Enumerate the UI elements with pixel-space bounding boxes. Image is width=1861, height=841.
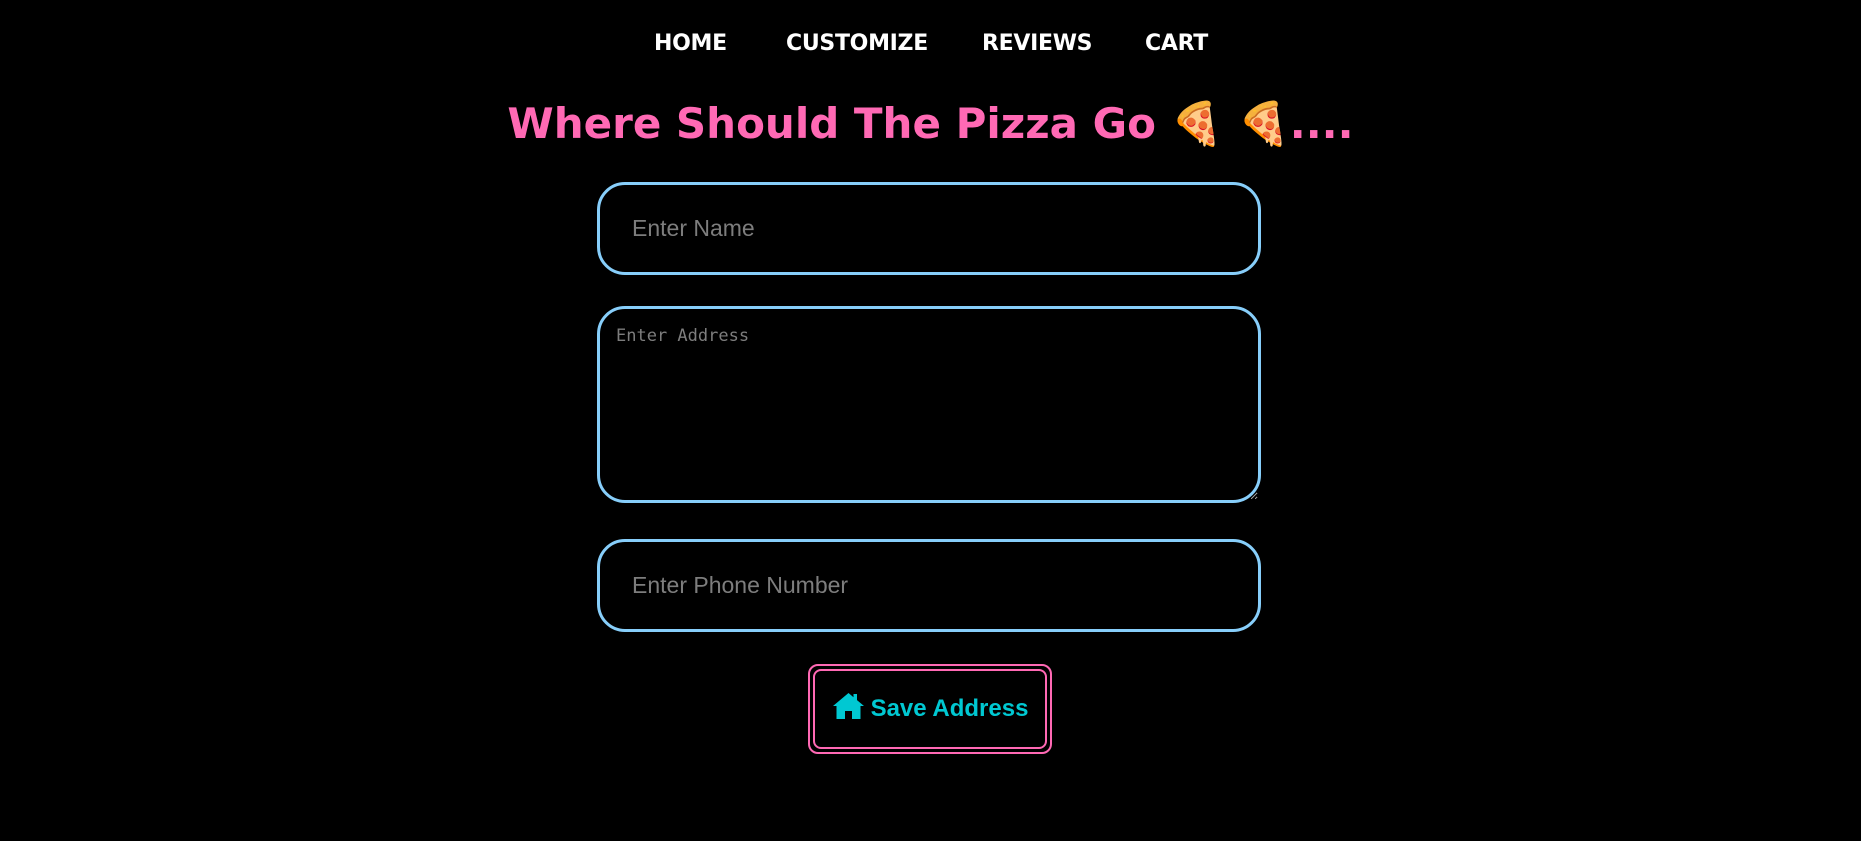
nav-cart-link[interactable]: CART	[1145, 27, 1208, 61]
nav-reviews-link[interactable]: REVIEWS	[982, 27, 1093, 61]
nav-home-link[interactable]: HOME	[654, 27, 727, 61]
save-address-button-frame: Save Address	[813, 669, 1047, 749]
nav-customize-link[interactable]: CUSTOMIZE	[786, 27, 928, 61]
home-icon	[832, 693, 864, 719]
name-input[interactable]	[597, 182, 1261, 275]
phone-input[interactable]	[597, 539, 1261, 632]
top-nav: HOME CUSTOMIZE REVIEWS CART	[0, 27, 1861, 61]
save-address-label: Save Address	[870, 695, 1029, 722]
save-address-button[interactable]: Save Address	[808, 664, 1052, 754]
address-textarea[interactable]	[597, 306, 1261, 503]
page-title: Where Should The Pizza Go 🍕 🍕....	[507, 99, 1354, 148]
